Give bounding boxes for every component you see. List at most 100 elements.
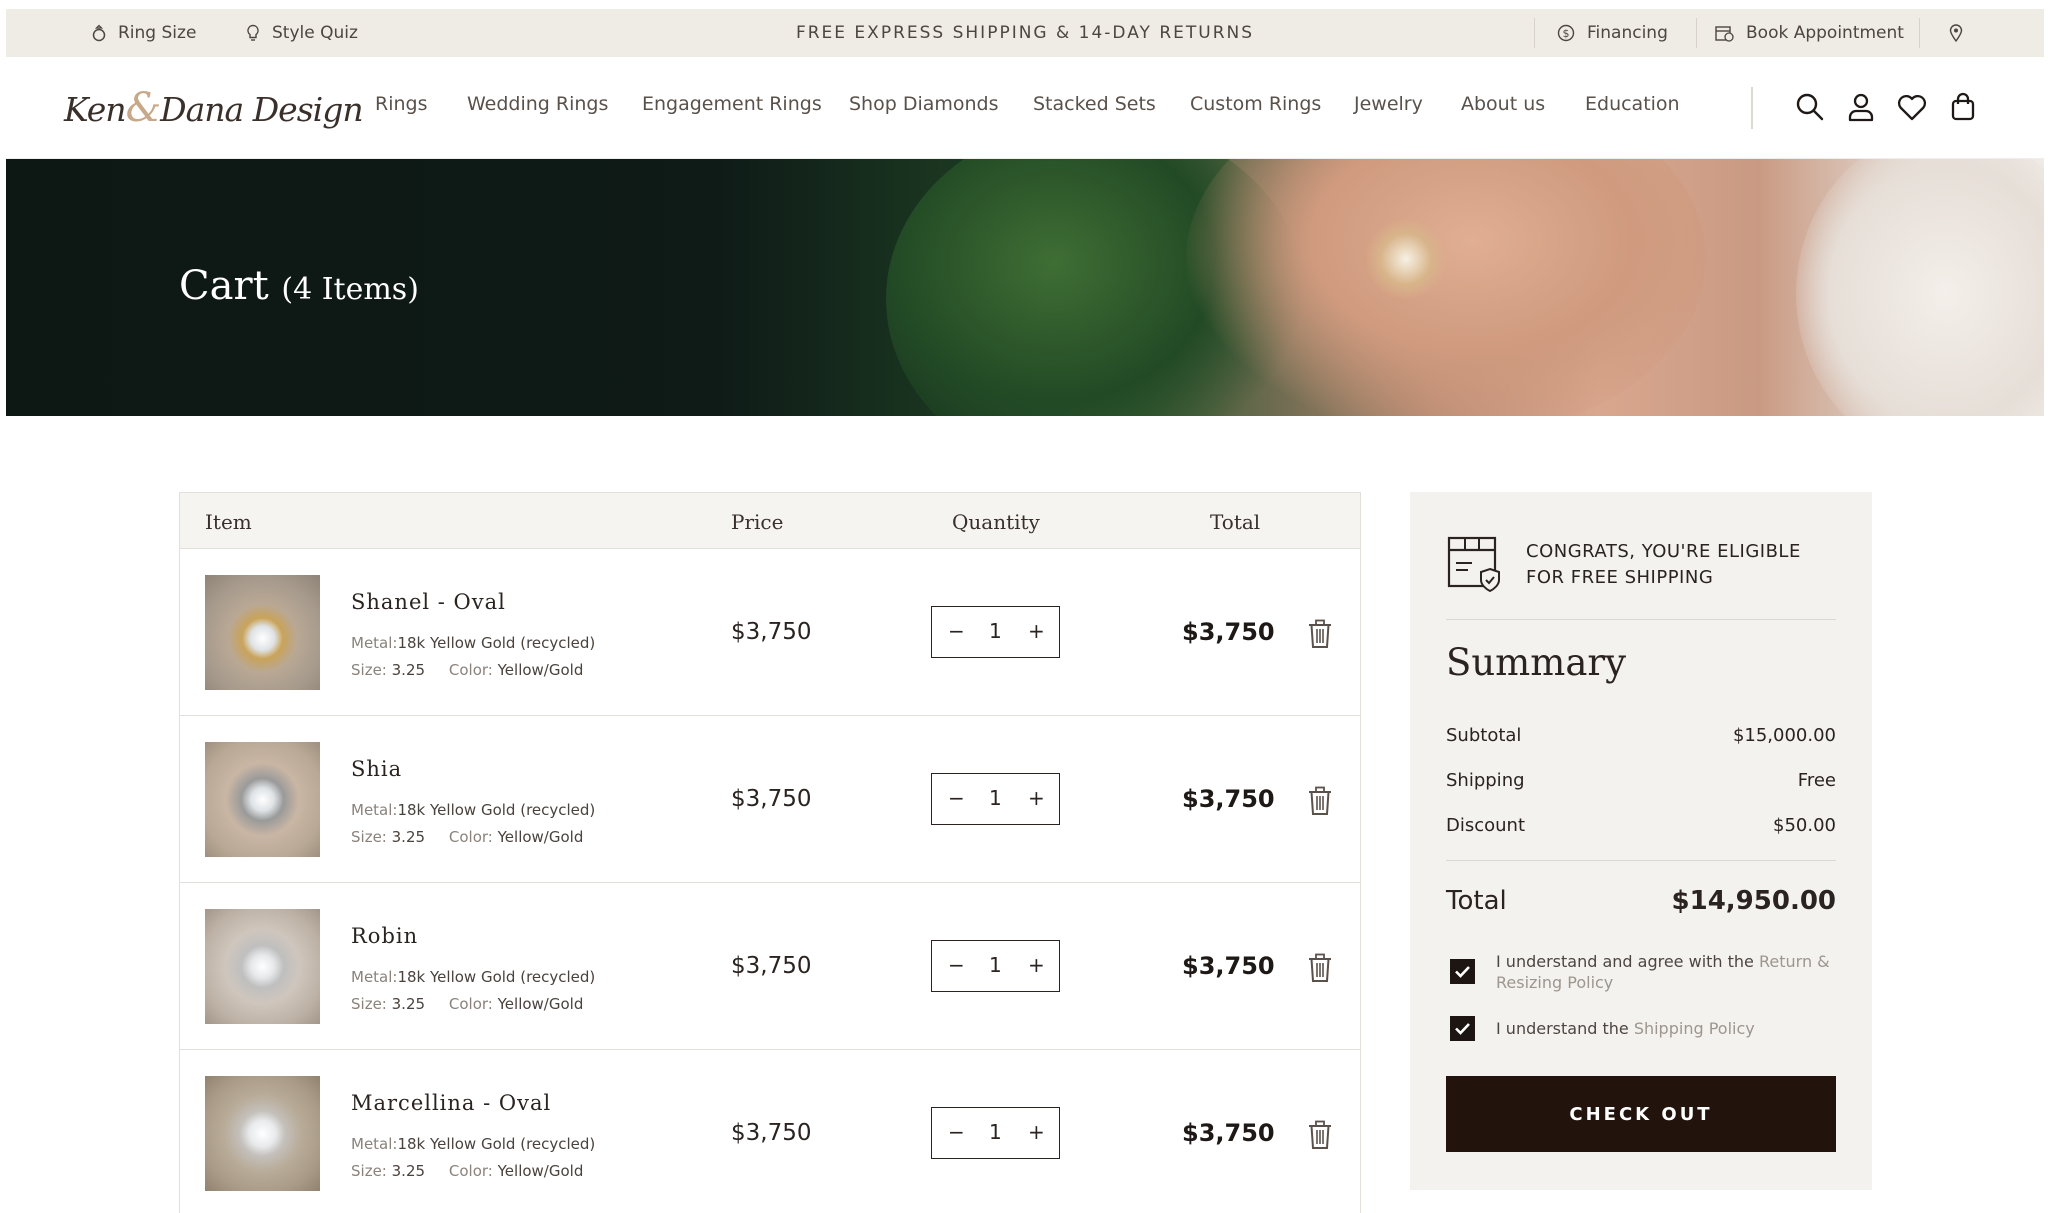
checkout-button[interactable]: CHECK OUT [1446,1076,1836,1152]
product-name[interactable]: Marcellina - Oval [351,1091,551,1115]
minus-icon[interactable]: − [948,953,965,977]
ring-icon [92,24,106,42]
plus-icon[interactable]: + [1028,619,1045,643]
lace-decoration [1796,159,2044,416]
trash-icon[interactable] [1307,1120,1333,1150]
financing-label: Financing [1587,23,1668,43]
svg-text:$: $ [1563,27,1570,40]
quantity-stepper: − 1 + [931,773,1060,825]
trash-icon[interactable] [1307,619,1333,649]
product-name[interactable]: Shia [351,757,402,781]
book-appointment-link[interactable]: Book Appointment [1715,9,1904,57]
cart-table: Item Price Quantity Total Shanel - Oval … [179,492,1361,1213]
nav-custom-rings[interactable]: Custom Rings [1190,93,1321,115]
plus-icon[interactable]: + [1028,1120,1045,1144]
header-quantity: Quantity [952,510,1040,534]
subtotal-value: $15,000.00 [1732,725,1836,746]
header-total: Total [1210,510,1261,534]
line-total: $3,750 [1182,618,1275,646]
trash-icon[interactable] [1307,953,1333,983]
agree-shipping-checkbox[interactable] [1450,1016,1475,1041]
subtotal-label: Subtotal [1446,725,1522,746]
divider [1446,860,1836,861]
plus-icon[interactable]: + [1028,786,1045,810]
product-size-color: Size: 3.25 Color: Yellow/Gold [351,995,584,1013]
free-shipping-line: FOR FREE SHIPPING [1526,567,1714,588]
minus-icon[interactable]: − [948,786,965,810]
product-price: $3,750 [731,786,812,812]
product-name[interactable]: Robin [351,924,418,948]
product-price: $3,750 [731,953,812,979]
quantity-value[interactable]: 1 [989,1120,1002,1144]
line-total: $3,750 [1182,952,1275,980]
divider [1534,18,1535,48]
product-name[interactable]: Shanel - Oval [351,590,506,614]
page-title: Cart (4 Items) [179,263,419,309]
nav-stacked-sets[interactable]: Stacked Sets [1033,93,1156,115]
quantity-stepper: − 1 + [931,606,1060,658]
plus-icon[interactable]: + [1028,953,1045,977]
free-shipping-message: CONGRATS, YOU'RE ELIGIBLE FOR FREE SHIPP… [1526,539,1801,591]
agree-return-text: I understand and agree with the Return &… [1496,952,1830,992]
table-header: Item Price Quantity Total [180,493,1360,549]
minus-icon[interactable]: − [948,1120,965,1144]
nav-about-us[interactable]: About us [1461,93,1545,115]
style-quiz-link[interactable]: Style Quiz [246,9,358,57]
nav-shop-diamonds[interactable]: Shop Diamonds [849,93,999,115]
nav-engagement-rings[interactable]: Engagement Rings [642,93,822,115]
header-price: Price [731,510,784,534]
shipping-policy-link[interactable]: Shipping Policy [1634,1019,1755,1038]
search-icon[interactable] [1794,91,1826,123]
map-pin-icon [1949,24,1963,42]
table-row: Shia Metal:18k Yellow Gold (recycled) Si… [180,716,1360,883]
table-row: Robin Metal:18k Yellow Gold (recycled) S… [180,883,1360,1050]
subtotal-row: Subtotal $15,000.00 [1446,725,1836,746]
quantity-stepper: − 1 + [931,1107,1060,1159]
divider [1751,87,1753,129]
table-row: Shanel - Oval Metal:18k Yellow Gold (rec… [180,549,1360,716]
nav-rings[interactable]: Rings [375,93,427,115]
trash-icon[interactable] [1307,786,1333,816]
quantity-value[interactable]: 1 [989,953,1002,977]
page-title-text: Cart [179,263,269,309]
nav-jewelry[interactable]: Jewelry [1354,93,1423,115]
product-image[interactable] [205,575,320,690]
ring-size-link[interactable]: Ring Size [92,9,196,57]
product-image[interactable] [205,1076,320,1191]
financing-link[interactable]: $ Financing [1557,9,1668,57]
ring-decoration [1366,219,1446,299]
quantity-value[interactable]: 1 [989,619,1002,643]
logo-text: Dana Design [160,90,363,129]
logo-text: Ken [64,90,127,129]
minus-icon[interactable]: − [948,619,965,643]
product-price: $3,750 [731,619,812,645]
product-metal: Metal:18k Yellow Gold (recycled) [351,801,596,819]
product-size-color: Size: 3.25 Color: Yellow/Gold [351,661,584,679]
nav-wedding-rings[interactable]: Wedding Rings [467,93,608,115]
logo-ampersand: & [125,85,162,131]
free-shipping-line: CONGRATS, YOU'RE ELIGIBLE [1526,541,1801,562]
header-item: Item [205,510,252,534]
agree-return-checkbox[interactable] [1450,959,1475,984]
account-icon[interactable] [1845,91,1877,123]
product-size-color: Size: 3.25 Color: Yellow/Gold [351,828,584,846]
shopping-bag-icon[interactable] [1947,91,1979,123]
logo[interactable]: Ken&Dana Design [64,85,364,131]
hand-decoration [1186,159,1706,416]
summary-title: Summary [1446,641,1626,684]
agree-shipping-text: I understand the Shipping Policy [1496,1019,1755,1038]
shipping-box-icon [1447,536,1500,593]
store-locator-link[interactable] [1949,9,1963,57]
item-count: (4 Items) [281,272,419,307]
total-value: $14,950.00 [1671,886,1836,916]
dollar-icon: $ [1557,24,1575,42]
top-bar: FREE EXPRESS SHIPPING & 14-DAY RETURNS R… [6,9,2044,57]
product-price: $3,750 [731,1120,812,1146]
total-row: Total $14,950.00 [1446,886,1836,916]
divider [1446,619,1836,620]
heart-icon[interactable] [1896,91,1928,123]
product-image[interactable] [205,909,320,1024]
quantity-value[interactable]: 1 [989,786,1002,810]
product-image[interactable] [205,742,320,857]
nav-education[interactable]: Education [1585,93,1680,115]
